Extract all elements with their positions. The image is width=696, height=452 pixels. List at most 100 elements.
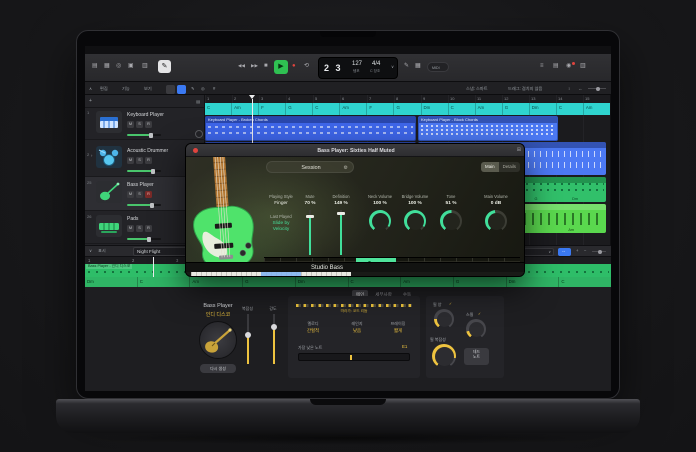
playing-style-popup[interactable]: Finger	[264, 201, 298, 206]
editor-link-button[interactable]: ↔	[558, 248, 571, 256]
record-enable-button[interactable]: R	[145, 157, 152, 164]
track-row-keyboard-player[interactable]: 1 Keyboard Player MSR	[85, 107, 205, 140]
chord-cell[interactable]: G	[453, 277, 506, 287]
record-enable-button[interactable]: R	[145, 191, 152, 198]
region-block-chords[interactable]: Keyboard Player - Block Chords	[418, 116, 558, 141]
hide-tracks-caret-icon[interactable]: ∧	[89, 86, 92, 91]
view-toggle-2-active[interactable]	[177, 85, 186, 94]
snap-menu[interactable]: 스냅: 스마트	[466, 86, 488, 92]
view-menu[interactable]: 보기	[144, 86, 152, 92]
disclosure-icon[interactable]: ›	[91, 153, 92, 158]
editor-zoom-in-icon[interactable]: +	[576, 248, 578, 253]
chord-cell[interactable]: Am	[475, 103, 502, 115]
view-toggle-1[interactable]	[166, 85, 175, 94]
dead-notes-button[interactable]: 데드 노트	[464, 348, 489, 365]
chord-cell[interactable]: C	[205, 103, 231, 115]
chord-cell[interactable]: F	[258, 103, 285, 115]
zoom-horizontal-icon[interactable]: ↔	[578, 86, 582, 91]
plugin-keyboard-strip[interactable]	[186, 272, 525, 277]
toolbar-smartcontrols-icon[interactable]: ▣	[128, 63, 134, 69]
fill-amount-knob[interactable]	[434, 309, 454, 329]
drummer-track-icon[interactable]	[96, 146, 122, 168]
player-preset[interactable]: 인디 디스코	[188, 311, 248, 318]
chord-cell[interactable]: Dm	[85, 277, 137, 287]
chord-track[interactable]: CAmFGCAmFGDmCAmGDmCAm	[205, 103, 610, 115]
region-broken-chords[interactable]: Keyboard Player - Broken Chords	[205, 116, 416, 141]
toolbar-list-icon[interactable]: ≡	[540, 63, 544, 69]
main-volume-knob[interactable]	[485, 210, 507, 232]
chord-cell[interactable]: G	[502, 103, 529, 115]
transport-rewind-button[interactable]: ◀◀	[238, 64, 245, 69]
drag-menu[interactable]: 드래그: 겹치지 않음	[508, 86, 542, 92]
editor-zoom-handle[interactable]	[598, 250, 602, 254]
chord-cell[interactable]: Dm	[295, 277, 348, 287]
solo-button[interactable]: S	[136, 157, 143, 164]
pads-track-icon[interactable]	[96, 215, 122, 237]
toolbar-bell-icon[interactable]: ◉	[566, 63, 571, 69]
chord-cell[interactable]: C	[137, 277, 190, 287]
editor-zoom-out-icon[interactable]: −	[584, 248, 586, 253]
neck-volume-knob[interactable]	[369, 210, 391, 232]
chord-cell[interactable]: C	[556, 103, 583, 115]
tool-pencil-icon[interactable]: ✎	[191, 86, 195, 91]
chord-cell[interactable]: Dm	[506, 277, 559, 287]
chord-cell[interactable]: Dm	[529, 103, 556, 115]
chord-cell[interactable]: Am	[400, 277, 453, 287]
mute-button[interactable]: M	[127, 157, 134, 164]
phrasing-popup[interactable]: 짧게	[380, 328, 416, 334]
chord-cell[interactable]: F	[366, 103, 393, 115]
chord-cell[interactable]: Am	[583, 103, 610, 115]
details-view-button[interactable]: Details	[499, 162, 520, 172]
bar-ruler[interactable]: 123456789101112131415	[205, 95, 610, 103]
gear-icon[interactable]: ⚙	[344, 165, 348, 171]
editor-close-caret-icon[interactable]: ∨	[89, 248, 92, 253]
track-panel-options-icon[interactable]: ▤	[196, 99, 200, 104]
editor-grid-dropdown[interactable]: ∨	[524, 248, 554, 256]
toolbar-note-list-icon[interactable]: ▤	[553, 63, 559, 69]
chord-cell[interactable]: G	[285, 103, 312, 115]
zoom-vertical-icon[interactable]: ↕	[568, 86, 570, 91]
chord-cell[interactable]: C	[312, 103, 339, 115]
midi-status-pill[interactable]: MIDI	[427, 62, 449, 72]
fill-amount-check-icon[interactable]: ✓	[449, 302, 452, 306]
solo-button[interactable]: S	[136, 191, 143, 198]
edit-menu[interactable]: 편집	[100, 86, 108, 92]
mute-button[interactable]: M	[127, 121, 134, 128]
swing-check-icon[interactable]: ✓	[478, 312, 481, 316]
tone-knob[interactable]	[440, 210, 462, 232]
chord-cell[interactable]: C	[558, 277, 611, 287]
toolbar-grid2-icon[interactable]: ▦	[415, 63, 421, 69]
volume-slider[interactable]	[127, 238, 161, 240]
toolbar-mixer-icon[interactable]: ▥	[142, 63, 148, 69]
keyboard-track-icon[interactable]	[96, 111, 122, 133]
chord-cell[interactable]: G	[393, 103, 420, 115]
mute-button[interactable]: M	[127, 191, 134, 198]
transport-play-button[interactable]: ▶	[274, 60, 288, 74]
pan-knob[interactable]	[195, 130, 203, 138]
follow-label[interactable]: 따라가: 코드 리듬	[296, 309, 412, 314]
plugin-titlebar[interactable]: Bass Player: Sixties Half Muted ⊞	[186, 144, 525, 157]
regenerate-button[interactable]: 다시 생성	[200, 364, 236, 373]
transport-record-button[interactable]: ●	[292, 63, 296, 69]
intensity-handle[interactable]	[271, 324, 277, 330]
melody-popup[interactable]: 간헐적	[294, 328, 332, 334]
plugin-link-icon[interactable]: ⊞	[517, 147, 521, 153]
fill-complexity-knob[interactable]	[432, 344, 456, 368]
volume-slider[interactable]	[127, 204, 161, 206]
toolbar-quickhelp-icon[interactable]: ◎	[116, 63, 121, 69]
toolbar-inspector-icon[interactable]: ▦	[104, 63, 110, 69]
transport-stop-button[interactable]: ■	[264, 63, 268, 69]
chord-cell[interactable]: C	[448, 103, 475, 115]
chord-cell[interactable]: Am	[339, 103, 366, 115]
volume-slider[interactable]	[127, 170, 161, 172]
chord-cell[interactable]: Am	[189, 277, 242, 287]
add-track-button[interactable]: +	[89, 98, 92, 104]
preset-dropdown[interactable]: Session ⚙	[266, 161, 354, 173]
solo-button[interactable]: S	[136, 225, 143, 232]
lowest-note-slider[interactable]	[298, 353, 410, 361]
toolbar-edit-active-button[interactable]: ✎	[158, 60, 171, 73]
chord-cell[interactable]: C	[348, 277, 401, 287]
bridge-volume-knob[interactable]	[404, 210, 426, 232]
chord-cell[interactable]: Am	[231, 103, 258, 115]
zoom-slider-handle[interactable]	[596, 87, 600, 91]
